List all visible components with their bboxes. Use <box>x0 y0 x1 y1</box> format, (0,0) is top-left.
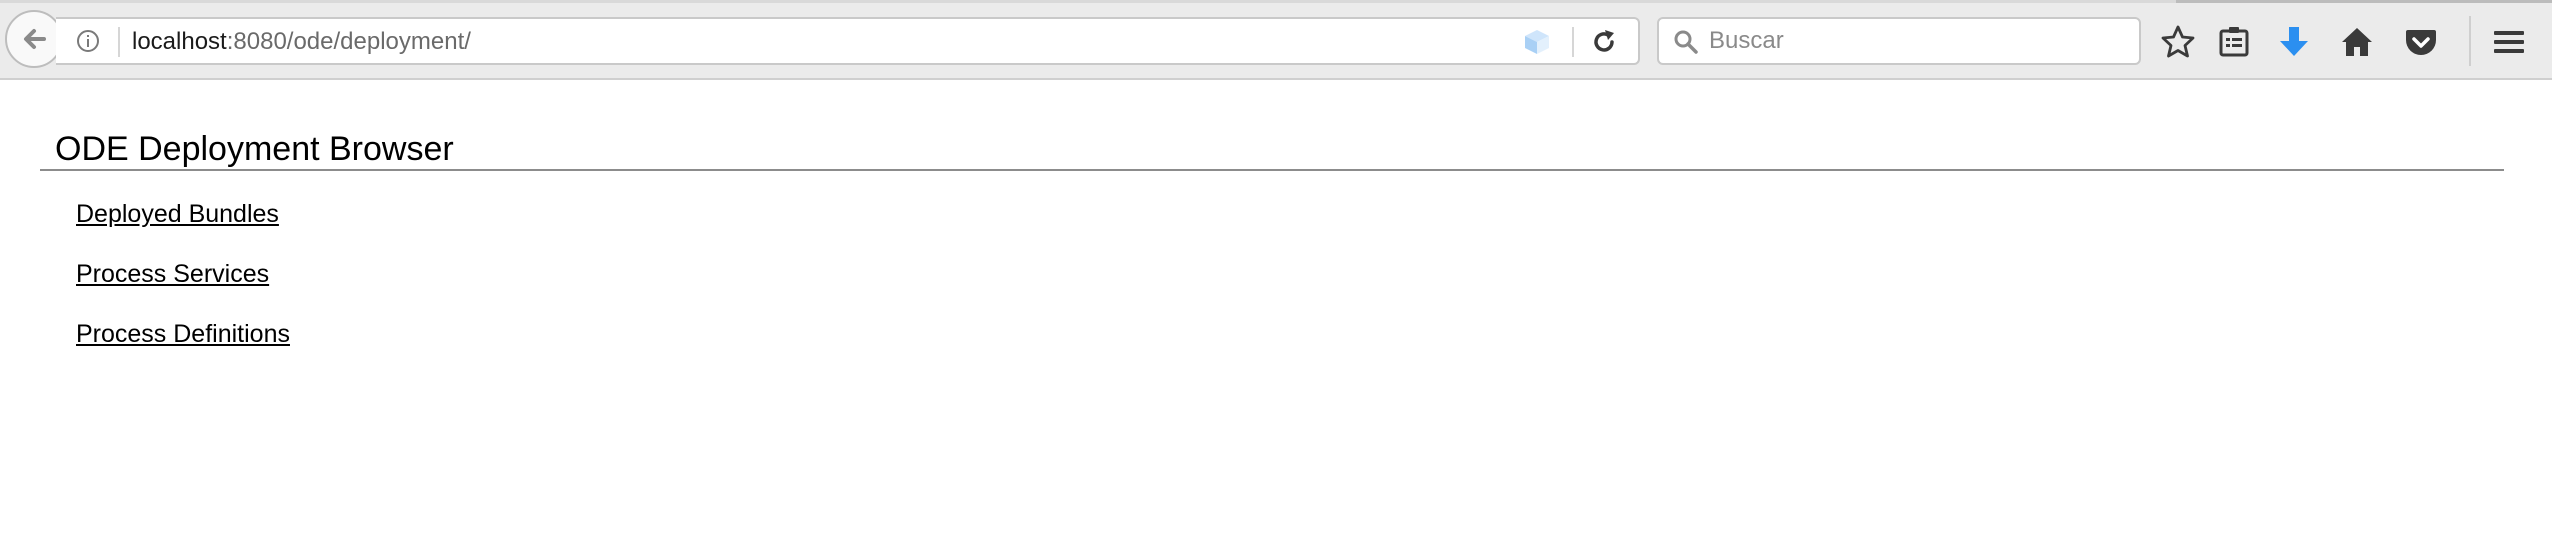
process-services-link[interactable]: Process Services <box>76 258 269 290</box>
tab-strip-accent <box>2176 0 2552 3</box>
url-host: localhost <box>132 28 227 55</box>
url-divider <box>118 27 120 57</box>
browser-toolbar: localhost:8080/ode/deployment/ <box>0 0 2552 80</box>
search-input[interactable] <box>1709 25 2129 57</box>
menu-button[interactable] <box>2489 22 2529 62</box>
download-arrow-icon <box>2280 27 2308 56</box>
back-button[interactable] <box>5 10 63 68</box>
back-arrow-icon <box>24 29 46 49</box>
url-divider-2 <box>1572 27 1574 57</box>
tab-strip-edge <box>0 0 2552 3</box>
process-definitions-link[interactable]: Process Definitions <box>76 318 290 350</box>
search-bar[interactable] <box>1657 17 2141 65</box>
bookmark-button[interactable] <box>2158 22 2198 62</box>
url-path: :8080/ode/deployment/ <box>226 28 471 55</box>
info-icon <box>77 30 99 52</box>
url-text[interactable]: localhost:8080/ode/deployment/ <box>132 27 471 57</box>
reading-list-icon <box>2219 27 2249 57</box>
pocket-button[interactable] <box>2401 22 2441 62</box>
downloads-button[interactable] <box>2274 22 2314 62</box>
toolbar-divider <box>2469 16 2471 66</box>
star-icon <box>2161 25 2195 58</box>
home-button[interactable] <box>2337 22 2377 62</box>
reading-list-button[interactable] <box>2214 22 2254 62</box>
address-bar[interactable]: localhost:8080/ode/deployment/ <box>56 17 1640 65</box>
reload-button[interactable] <box>1584 25 1624 59</box>
hamburger-menu-icon <box>2494 31 2524 53</box>
page-content: ODE Deployment Browser Deployed Bundles … <box>0 80 2552 556</box>
cube-icon[interactable] <box>1522 28 1552 56</box>
site-info-button[interactable] <box>76 29 100 53</box>
page-title: ODE Deployment Browser <box>55 130 454 168</box>
search-icon <box>1674 30 1698 54</box>
title-divider <box>40 169 2504 171</box>
pocket-icon <box>2406 30 2436 55</box>
deployed-bundles-link[interactable]: Deployed Bundles <box>76 198 279 230</box>
home-icon <box>2342 28 2372 56</box>
reload-icon <box>1594 30 1614 52</box>
